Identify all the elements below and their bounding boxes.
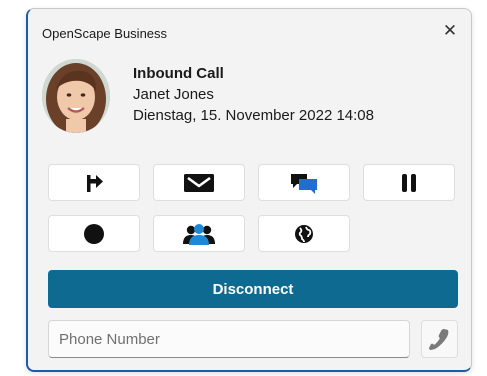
record-button[interactable] (48, 215, 140, 252)
call-status: Inbound Call (133, 65, 224, 82)
web-button[interactable] (258, 215, 350, 252)
caller-info: Inbound Call Janet Jones Dienstag, 15. N… (133, 63, 374, 126)
conference-button[interactable] (153, 215, 245, 252)
call-popup-window: OpenScape Business ✕ Inbound Call Janet … (26, 8, 472, 372)
globe-icon (295, 224, 313, 243)
hold-button[interactable] (363, 164, 455, 201)
chat-icon (291, 173, 317, 194)
record-icon (84, 223, 104, 244)
close-icon[interactable]: ✕ (439, 20, 461, 42)
email-button[interactable] (153, 164, 245, 201)
conference-icon (183, 223, 215, 245)
phone-handset-icon (428, 329, 448, 350)
avatar (42, 59, 110, 133)
caller-name: Janet Jones (133, 86, 214, 103)
dial-button[interactable] (421, 320, 458, 358)
call-datetime: Dienstag, 15. November 2022 14:08 (133, 107, 374, 124)
mail-icon (184, 173, 214, 192)
redirect-icon (87, 174, 103, 192)
phone-number-input[interactable] (48, 320, 410, 358)
chat-button[interactable] (258, 164, 350, 201)
window-title: OpenScape Business (42, 26, 168, 41)
pause-icon (402, 173, 416, 192)
redirect-button[interactable] (48, 164, 140, 201)
disconnect-button[interactable]: Disconnect (48, 270, 458, 308)
